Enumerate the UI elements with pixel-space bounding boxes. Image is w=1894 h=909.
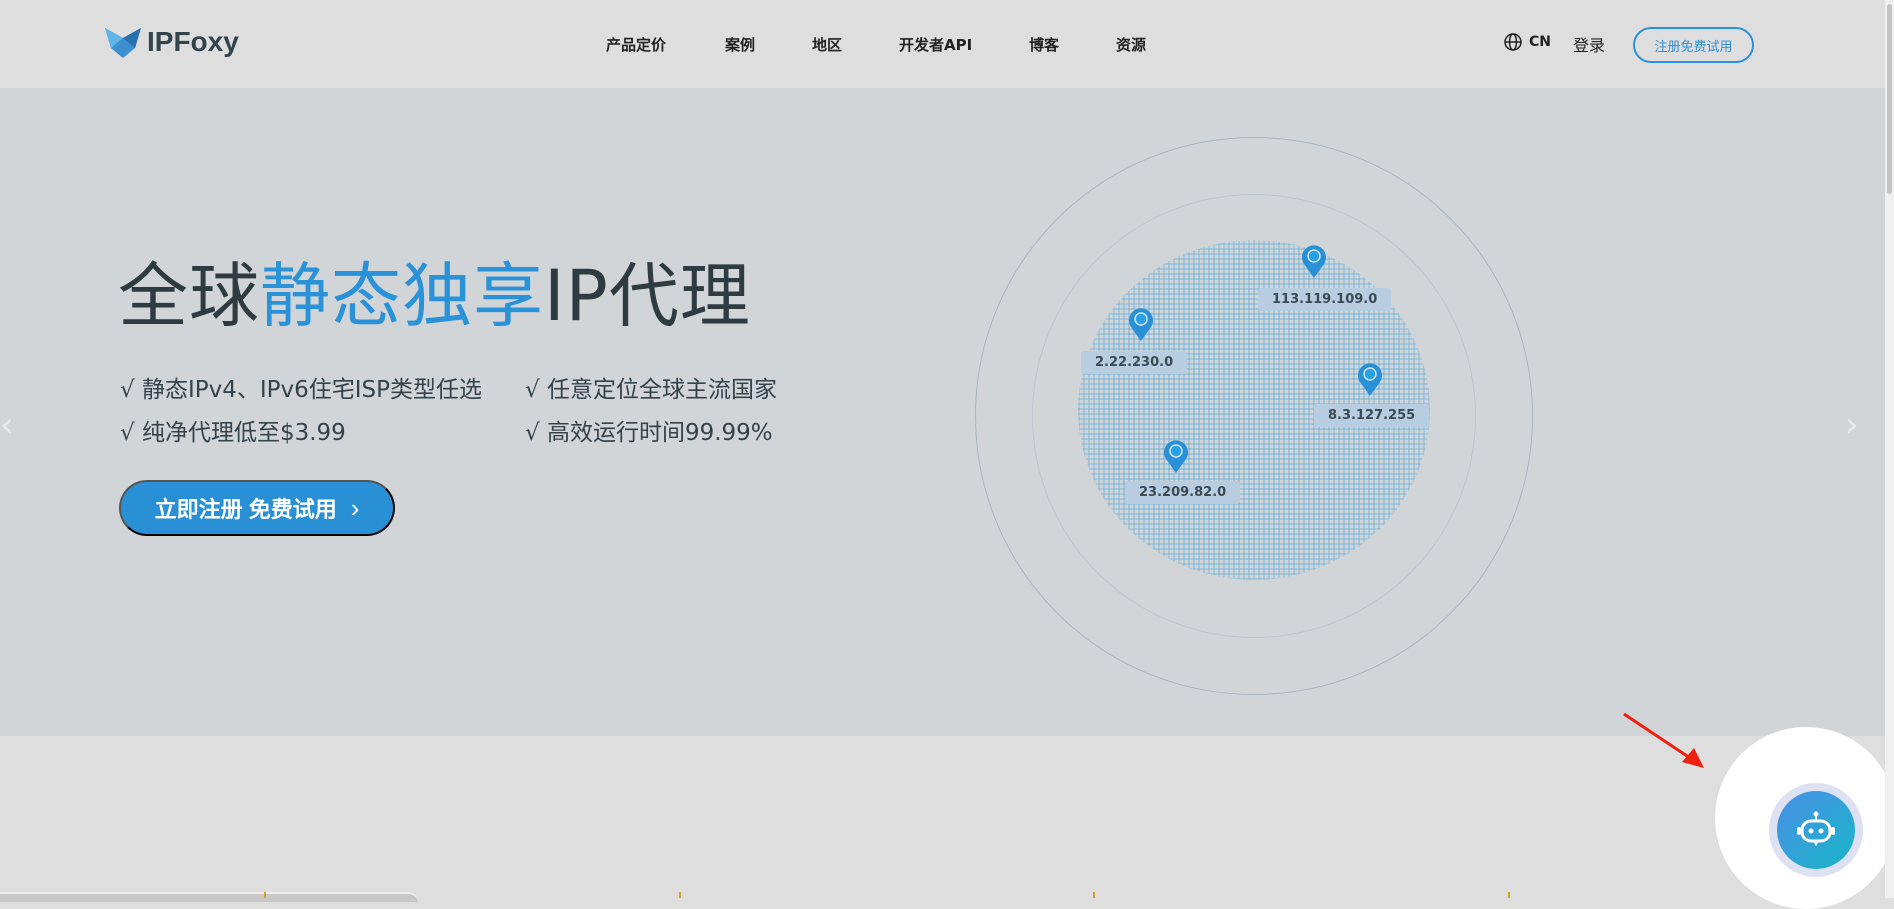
ip-label: 8.3.127.255 xyxy=(1314,404,1430,427)
scrollbar-thumb[interactable] xyxy=(1887,4,1892,194)
feature-bullet: √ 任意定位全球主流国家 xyxy=(525,377,777,403)
map-pin-icon xyxy=(1358,363,1382,396)
section-marker xyxy=(264,892,266,898)
ip-label: 23.209.82.0 xyxy=(1125,481,1241,504)
nav-cases[interactable]: 案例 xyxy=(725,34,755,55)
feature-bullet: √ 静态IPv4、IPv6住宅ISP类型任选 xyxy=(120,377,483,403)
feature-bullet: √ 纯净代理低至$3.99 xyxy=(120,420,346,446)
globe-icon xyxy=(1504,33,1522,51)
cta-label: 立即注册 免费试用 xyxy=(154,497,337,522)
nav-developer-api[interactable]: 开发者API xyxy=(899,34,972,55)
chevron-right-icon: › xyxy=(350,492,360,523)
section-marker xyxy=(679,892,681,898)
map-pin-icon xyxy=(1129,308,1153,341)
chatbot-button[interactable] xyxy=(1777,791,1855,869)
ip-label: 113.119.109.0 xyxy=(1258,288,1392,311)
section-marker xyxy=(1093,892,1095,898)
carousel-next-arrow[interactable]: › xyxy=(1845,405,1859,445)
carousel-prev-arrow[interactable]: ‹ xyxy=(0,405,14,445)
nav-resources[interactable]: 资源 xyxy=(1116,34,1146,55)
feature-bullet: √ 高效运行时间99.99% xyxy=(525,420,773,446)
logo[interactable]: IPFoxy xyxy=(103,24,239,60)
fox-logo-icon xyxy=(105,28,141,58)
map-pin-icon xyxy=(1164,440,1188,473)
language-selector[interactable]: CN xyxy=(1503,32,1551,52)
bottom-tab[interactable] xyxy=(0,892,418,902)
register-button[interactable]: 注册免费试用 xyxy=(1633,27,1754,63)
language-label: CN xyxy=(1529,34,1551,50)
red-arrow-annotation xyxy=(1623,712,1704,768)
ip-label: 2.22.230.0 xyxy=(1081,351,1188,374)
robot-icon xyxy=(1797,811,1835,846)
logo-text: IPFoxy xyxy=(147,26,239,57)
header: IPFoxy 产品定价 案例 地区 开发者API 博客 资源 CN 登录 注册免… xyxy=(0,0,1885,88)
login-link[interactable]: 登录 xyxy=(1573,32,1605,56)
hero-banner xyxy=(0,88,1885,736)
map-pin-icon xyxy=(1302,245,1326,278)
nav-pricing[interactable]: 产品定价 xyxy=(606,34,666,55)
hero-title: 全球静态独享IP代理 xyxy=(118,255,751,337)
nav-regions[interactable]: 地区 xyxy=(812,34,842,55)
nav-blog[interactable]: 博客 xyxy=(1029,34,1059,55)
signup-cta-button[interactable]: 立即注册 免费试用 › xyxy=(119,480,395,536)
section-marker xyxy=(1508,892,1510,898)
